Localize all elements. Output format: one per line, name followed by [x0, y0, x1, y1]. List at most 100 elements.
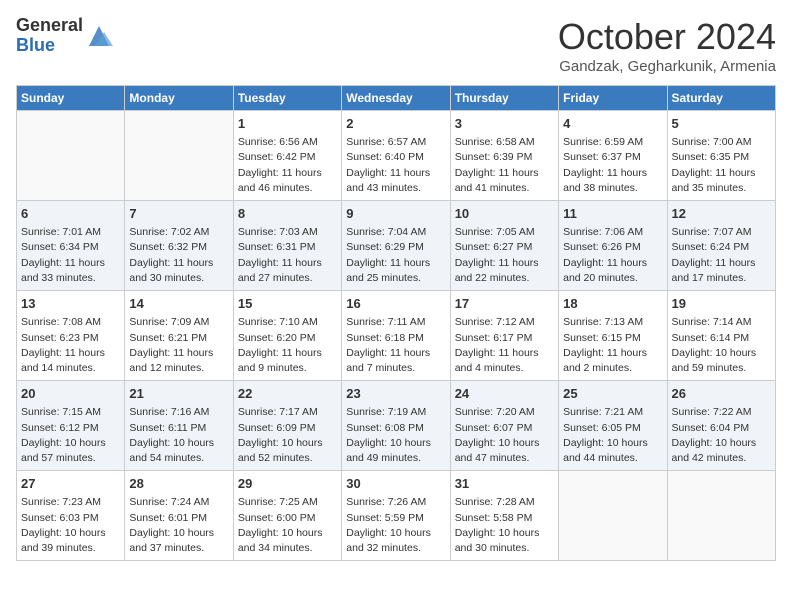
- day-info: Sunrise: 7:26 AM Sunset: 5:59 PM Dayligh…: [346, 495, 445, 556]
- day-number: 23: [346, 385, 445, 403]
- month-title: October 2024: [558, 16, 776, 58]
- day-number: 8: [238, 205, 337, 223]
- calendar-cell: 28Sunrise: 7:24 AM Sunset: 6:01 PM Dayli…: [125, 471, 233, 561]
- day-number: 7: [129, 205, 228, 223]
- day-number: 17: [455, 295, 554, 313]
- day-number: 19: [672, 295, 771, 313]
- day-info: Sunrise: 7:23 AM Sunset: 6:03 PM Dayligh…: [21, 495, 120, 556]
- calendar-week-row: 1Sunrise: 6:56 AM Sunset: 6:42 PM Daylig…: [17, 111, 776, 201]
- day-info: Sunrise: 7:15 AM Sunset: 6:12 PM Dayligh…: [21, 405, 120, 466]
- day-info: Sunrise: 7:22 AM Sunset: 6:04 PM Dayligh…: [672, 405, 771, 466]
- calendar-cell: 4 Sunrise: 6:59 AM Sunset: 6:37 PM Daylig…: [559, 111, 667, 201]
- calendar-cell: 24Sunrise: 7:20 AM Sunset: 6:07 PM Dayli…: [450, 381, 558, 471]
- day-number: 31: [455, 475, 554, 493]
- calendar-week-row: 6 Sunrise: 7:01 AM Sunset: 6:34 PM Daylig…: [17, 201, 776, 291]
- calendar-cell: 17 Sunrise: 7:12 AM Sunset: 6:17 PM Dayli…: [450, 291, 558, 381]
- day-info: Sunrise: 7:25 AM Sunset: 6:00 PM Dayligh…: [238, 495, 337, 556]
- day-number: 20: [21, 385, 120, 403]
- day-info: Sunrise: 7:09 AM Sunset: 6:21 PM Dayligh…: [129, 315, 228, 376]
- logo-blue-text: Blue: [16, 36, 83, 56]
- calendar-cell: [667, 471, 775, 561]
- day-info: Sunrise: 7:03 AM Sunset: 6:31 PM Dayligh…: [238, 225, 337, 286]
- calendar-cell: 16Sunrise: 7:11 AM Sunset: 6:18 PM Dayli…: [342, 291, 450, 381]
- day-number: 2: [346, 115, 445, 133]
- calendar-cell: 1Sunrise: 6:56 AM Sunset: 6:42 PM Daylig…: [233, 111, 341, 201]
- calendar-cell: 15Sunrise: 7:10 AM Sunset: 6:20 PM Dayli…: [233, 291, 341, 381]
- day-of-week-header: Monday: [125, 86, 233, 111]
- calendar-cell: 30 Sunrise: 7:26 AM Sunset: 5:59 PM Dayli…: [342, 471, 450, 561]
- calendar-cell: 13 Sunrise: 7:08 AM Sunset: 6:23 PM Dayli…: [17, 291, 125, 381]
- day-info: Sunrise: 7:01 AM Sunset: 6:34 PM Dayligh…: [21, 225, 120, 286]
- day-number: 5: [672, 115, 771, 133]
- day-info: Sunrise: 7:04 AM Sunset: 6:29 PM Dayligh…: [346, 225, 445, 286]
- calendar-cell: 18Sunrise: 7:13 AM Sunset: 6:15 PM Dayli…: [559, 291, 667, 381]
- day-info: Sunrise: 7:21 AM Sunset: 6:05 PM Dayligh…: [563, 405, 662, 466]
- calendar-header-row: SundayMondayTuesdayWednesdayThursdayFrid…: [17, 86, 776, 111]
- calendar-cell: 20 Sunrise: 7:15 AM Sunset: 6:12 PM Dayli…: [17, 381, 125, 471]
- calendar-week-row: 13 Sunrise: 7:08 AM Sunset: 6:23 PM Dayli…: [17, 291, 776, 381]
- day-number: 18: [563, 295, 662, 313]
- day-of-week-header: Sunday: [17, 86, 125, 111]
- day-number: 3: [455, 115, 554, 133]
- calendar-cell: 10Sunrise: 7:05 AM Sunset: 6:27 PM Dayli…: [450, 201, 558, 291]
- day-info: Sunrise: 7:05 AM Sunset: 6:27 PM Dayligh…: [455, 225, 554, 286]
- day-number: 30: [346, 475, 445, 493]
- calendar-cell: 21Sunrise: 7:16 AM Sunset: 6:11 PM Dayli…: [125, 381, 233, 471]
- day-info: Sunrise: 7:17 AM Sunset: 6:09 PM Dayligh…: [238, 405, 337, 466]
- day-of-week-header: Friday: [559, 86, 667, 111]
- day-info: Sunrise: 7:19 AM Sunset: 6:08 PM Dayligh…: [346, 405, 445, 466]
- location-subtitle: Gandzak, Gegharkunik, Armenia: [558, 58, 776, 75]
- day-info: Sunrise: 6:59 AM Sunset: 6:37 PM Dayligh…: [563, 135, 662, 196]
- day-info: Sunrise: 6:57 AM Sunset: 6:40 PM Dayligh…: [346, 135, 445, 196]
- calendar-cell: 12 Sunrise: 7:07 AM Sunset: 6:24 PM Dayli…: [667, 201, 775, 291]
- day-of-week-header: Thursday: [450, 86, 558, 111]
- day-number: 16: [346, 295, 445, 313]
- calendar-week-row: 27 Sunrise: 7:23 AM Sunset: 6:03 PM Dayli…: [17, 471, 776, 561]
- day-info: Sunrise: 7:07 AM Sunset: 6:24 PM Dayligh…: [672, 225, 771, 286]
- day-number: 27: [21, 475, 120, 493]
- logo: General Blue: [16, 16, 113, 56]
- day-number: 4: [563, 115, 662, 133]
- calendar-cell: 11Sunrise: 7:06 AM Sunset: 6:26 PM Dayli…: [559, 201, 667, 291]
- calendar-cell: [17, 111, 125, 201]
- day-number: 12: [672, 205, 771, 223]
- day-number: 21: [129, 385, 228, 403]
- day-number: 25: [563, 385, 662, 403]
- calendar-cell: [125, 111, 233, 201]
- page-header: General Blue October 2024 Gandzak, Gegha…: [16, 16, 776, 75]
- day-number: 14: [129, 295, 228, 313]
- day-number: 13: [21, 295, 120, 313]
- day-info: Sunrise: 6:56 AM Sunset: 6:42 PM Dayligh…: [238, 135, 337, 196]
- title-section: October 2024 Gandzak, Gegharkunik, Armen…: [558, 16, 776, 75]
- day-info: Sunrise: 7:20 AM Sunset: 6:07 PM Dayligh…: [455, 405, 554, 466]
- calendar-cell: 26 Sunrise: 7:22 AM Sunset: 6:04 PM Dayli…: [667, 381, 775, 471]
- day-number: 26: [672, 385, 771, 403]
- day-info: Sunrise: 7:00 AM Sunset: 6:35 PM Dayligh…: [672, 135, 771, 196]
- calendar-cell: 14 Sunrise: 7:09 AM Sunset: 6:21 PM Dayli…: [125, 291, 233, 381]
- calendar-cell: 9Sunrise: 7:04 AM Sunset: 6:29 PM Daylig…: [342, 201, 450, 291]
- calendar-cell: 7 Sunrise: 7:02 AM Sunset: 6:32 PM Daylig…: [125, 201, 233, 291]
- day-of-week-header: Saturday: [667, 86, 775, 111]
- calendar-cell: 6 Sunrise: 7:01 AM Sunset: 6:34 PM Daylig…: [17, 201, 125, 291]
- calendar-cell: 8 Sunrise: 7:03 AM Sunset: 6:31 PM Daylig…: [233, 201, 341, 291]
- day-number: 11: [563, 205, 662, 223]
- day-number: 6: [21, 205, 120, 223]
- day-number: 22: [238, 385, 337, 403]
- day-of-week-header: Wednesday: [342, 86, 450, 111]
- calendar-table: SundayMondayTuesdayWednesdayThursdayFrid…: [16, 85, 776, 561]
- day-info: Sunrise: 7:08 AM Sunset: 6:23 PM Dayligh…: [21, 315, 120, 376]
- calendar-cell: 29Sunrise: 7:25 AM Sunset: 6:00 PM Dayli…: [233, 471, 341, 561]
- day-of-week-header: Tuesday: [233, 86, 341, 111]
- day-number: 28: [129, 475, 228, 493]
- day-info: Sunrise: 7:02 AM Sunset: 6:32 PM Dayligh…: [129, 225, 228, 286]
- calendar-cell: 23 Sunrise: 7:19 AM Sunset: 6:08 PM Dayli…: [342, 381, 450, 471]
- calendar-cell: 3Sunrise: 6:58 AM Sunset: 6:39 PM Daylig…: [450, 111, 558, 201]
- day-number: 15: [238, 295, 337, 313]
- logo-general-text: General: [16, 16, 83, 36]
- calendar-cell: 25 Sunrise: 7:21 AM Sunset: 6:05 PM Dayli…: [559, 381, 667, 471]
- calendar-cell: 27 Sunrise: 7:23 AM Sunset: 6:03 PM Dayli…: [17, 471, 125, 561]
- calendar-week-row: 20 Sunrise: 7:15 AM Sunset: 6:12 PM Dayli…: [17, 381, 776, 471]
- day-info: Sunrise: 7:14 AM Sunset: 6:14 PM Dayligh…: [672, 315, 771, 376]
- day-info: Sunrise: 7:12 AM Sunset: 6:17 PM Dayligh…: [455, 315, 554, 376]
- calendar-cell: 2 Sunrise: 6:57 AM Sunset: 6:40 PM Daylig…: [342, 111, 450, 201]
